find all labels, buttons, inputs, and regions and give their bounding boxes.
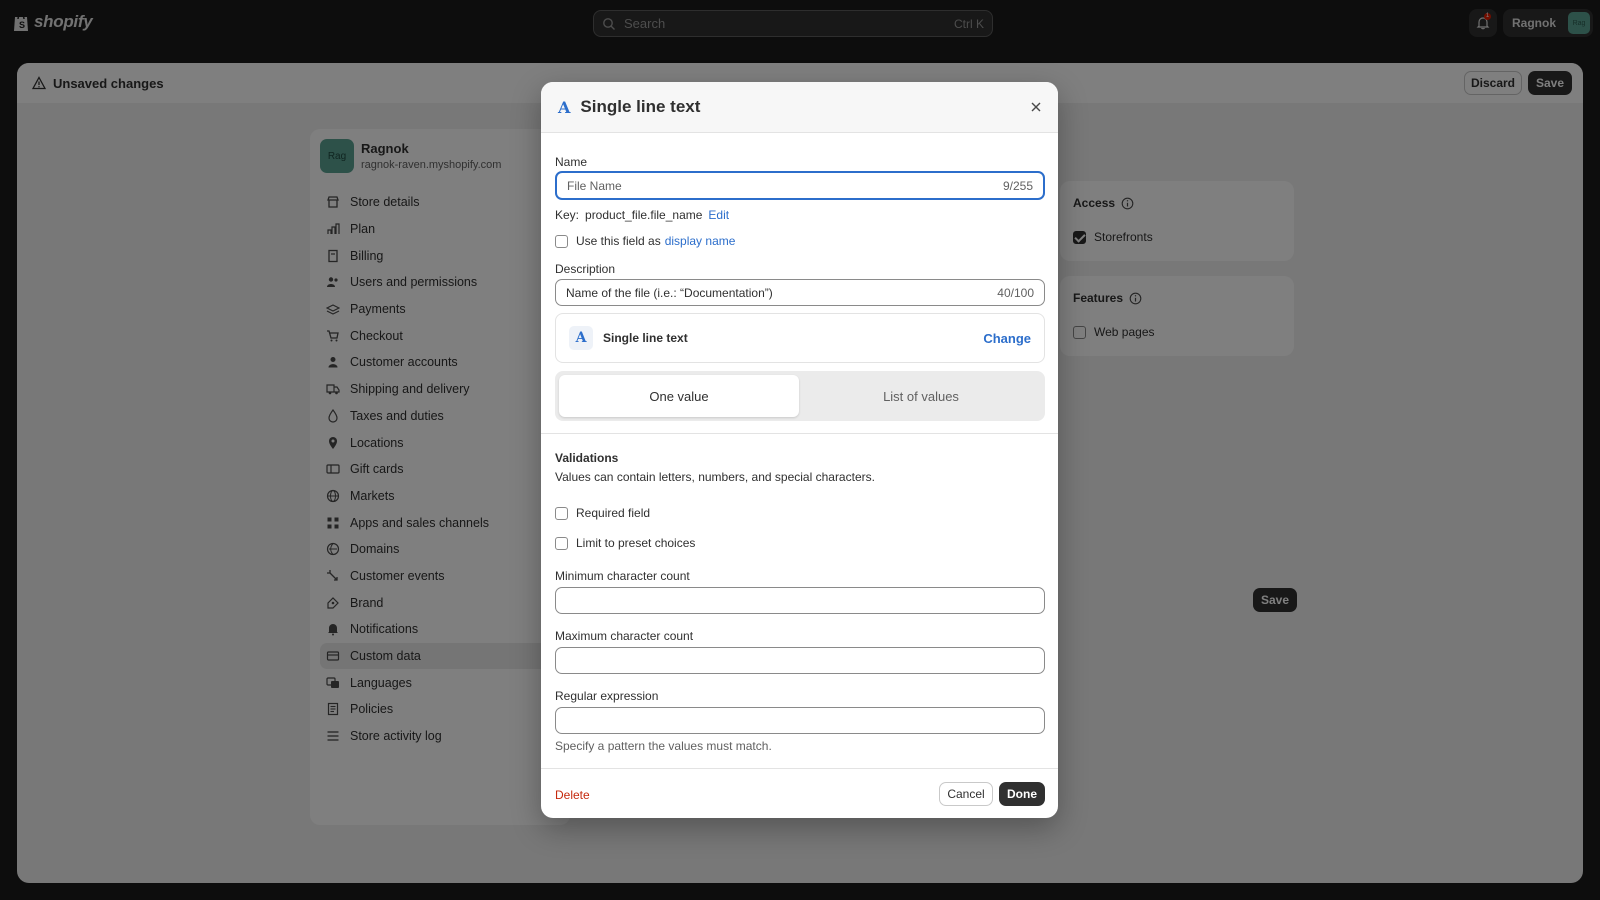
- cancel-button[interactable]: Cancel: [939, 782, 993, 806]
- modal-header: A Single line text: [541, 82, 1058, 133]
- key-edit-link[interactable]: Edit: [708, 208, 729, 222]
- required-field-label: Required field: [576, 506, 651, 520]
- required-field-checkbox[interactable]: [555, 506, 568, 520]
- footer-divider: [541, 768, 1058, 769]
- name-value: File Name: [567, 178, 622, 193]
- limit-choices-label: Limit to preset choices: [576, 536, 696, 550]
- required-field-option[interactable]: Required field: [555, 506, 650, 520]
- description-label: Description: [555, 262, 616, 276]
- single-line-text-modal: A Single line text Name File Name 9/255 …: [541, 82, 1058, 818]
- regex-help-text: Specify a pattern the values must match.: [555, 739, 772, 753]
- text-type-icon: A: [558, 97, 571, 117]
- field-type-name: Single line text: [603, 331, 688, 345]
- key-value: product_file.file_name: [585, 208, 703, 222]
- change-type-button[interactable]: Change: [983, 331, 1031, 346]
- field-type-card: A Single line text Change: [555, 313, 1045, 363]
- description-value: Name of the file (i.e.: “Documentation”): [566, 285, 773, 300]
- display-name-link[interactable]: display name: [665, 234, 736, 248]
- regex-input[interactable]: [555, 707, 1045, 734]
- modal-title: Single line text: [580, 97, 701, 116]
- display-name-checkbox[interactable]: [555, 234, 568, 248]
- validations-title: Validations: [555, 451, 619, 465]
- limit-choices-checkbox[interactable]: [555, 536, 568, 550]
- description-char-count: 40/100: [997, 285, 1034, 300]
- key-row: Key: product_file.file_name Edit: [555, 208, 729, 222]
- text-type-icon: A: [569, 326, 593, 350]
- name-field[interactable]: File Name 9/255: [555, 171, 1045, 200]
- min-count-input[interactable]: [555, 587, 1045, 614]
- validations-description: Values can contain letters, numbers, and…: [555, 470, 875, 484]
- max-count-label: Maximum character count: [555, 629, 694, 643]
- close-icon[interactable]: [1029, 100, 1043, 114]
- done-button[interactable]: Done: [999, 782, 1045, 806]
- max-count-input[interactable]: [555, 647, 1045, 674]
- display-name-option[interactable]: Use this field as display name: [555, 234, 735, 248]
- name-char-count: 9/255: [1002, 178, 1033, 193]
- one-value-option[interactable]: One value: [559, 375, 799, 417]
- name-label: Name: [555, 155, 588, 169]
- value-count-toggle: One value List of values: [555, 371, 1045, 421]
- min-count-label: Minimum character count: [555, 569, 690, 583]
- limit-choices-option[interactable]: Limit to preset choices: [555, 536, 695, 550]
- regex-label: Regular expression: [555, 689, 659, 703]
- delete-button[interactable]: Delete: [555, 788, 590, 802]
- key-label: Key:: [555, 208, 580, 222]
- divider: [541, 433, 1058, 434]
- description-field[interactable]: Name of the file (i.e.: “Documentation”)…: [555, 279, 1045, 306]
- display-name-text: Use this field as: [576, 234, 661, 248]
- list-of-values-option[interactable]: List of values: [801, 375, 1041, 417]
